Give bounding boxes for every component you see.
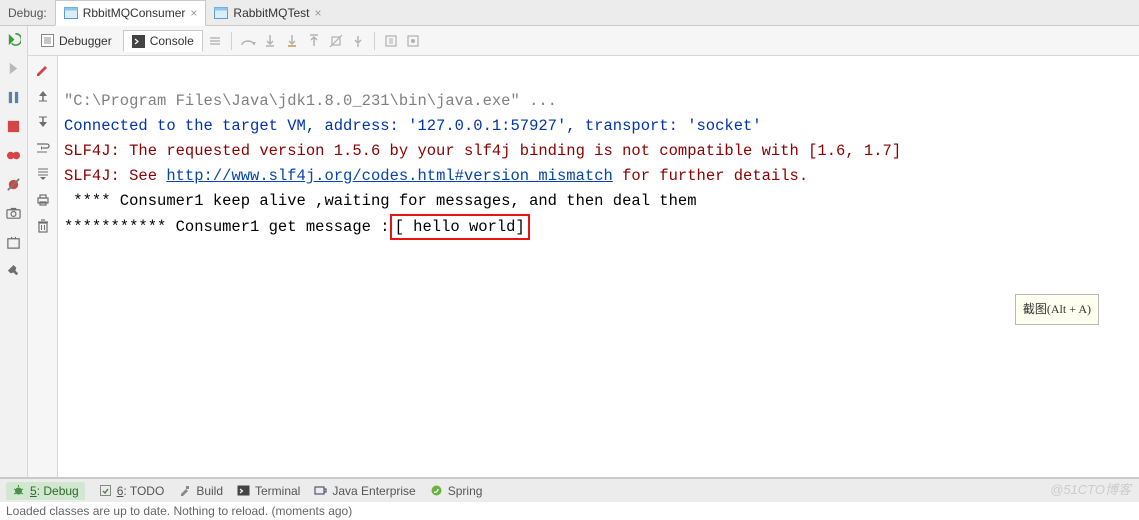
more-icon[interactable]: [205, 31, 225, 51]
toolwindow-build[interactable]: Build: [178, 484, 223, 498]
debug-config-tabs: Debug: RbbitMQConsumer × RabbitMQTest ×: [0, 0, 1139, 26]
status-text: Loaded classes are up to date. Nothing t…: [6, 504, 352, 518]
resume-icon[interactable]: [6, 61, 21, 76]
tab-label: RbbitMQConsumer: [83, 6, 186, 20]
console-output[interactable]: "C:\Program Files\Java\jdk1.8.0_231\bin\…: [58, 56, 1139, 477]
highlighted-message: [ hello world]: [390, 214, 530, 240]
tab-label: RabbitMQTest: [233, 6, 309, 20]
trace-icon[interactable]: [403, 31, 423, 51]
soft-wrap-icon[interactable]: [35, 140, 51, 156]
drop-frame-icon[interactable]: [326, 31, 346, 51]
toolwindow-terminal[interactable]: Terminal: [237, 484, 300, 498]
spring-icon: [430, 484, 443, 497]
screenshot-tooltip: 截图(Alt + A): [1015, 294, 1099, 325]
run-gutter: [0, 26, 28, 477]
console-line: *********** Consumer1 get message :[ hel…: [64, 218, 530, 236]
evaluate-icon[interactable]: [381, 31, 401, 51]
edit-icon[interactable]: [35, 62, 51, 78]
down-stack-icon[interactable]: [35, 114, 51, 130]
step-out-icon[interactable]: [304, 31, 324, 51]
tab-debugger[interactable]: Debugger: [32, 30, 121, 52]
tab-rbbitmqconsumer[interactable]: RbbitMQConsumer ×: [55, 0, 207, 26]
toolwindow-spring[interactable]: Spring: [430, 484, 483, 498]
tab-rabbitmqtest[interactable]: RabbitMQTest ×: [206, 0, 329, 25]
step-into-icon[interactable]: [260, 31, 280, 51]
stop-icon[interactable]: [6, 119, 21, 134]
console-line: "C:\Program Files\Java\jdk1.8.0_231\bin\…: [64, 92, 557, 110]
toolwindow-java-enterprise[interactable]: Java Enterprise: [314, 484, 415, 498]
print-icon[interactable]: [35, 192, 51, 208]
console-line: SLF4J: See http://www.slf4j.org/codes.ht…: [64, 167, 808, 185]
force-step-into-icon[interactable]: [282, 31, 302, 51]
pause-icon[interactable]: [6, 90, 21, 105]
debug-icon: [12, 484, 25, 497]
close-icon[interactable]: ×: [190, 7, 197, 19]
console-tool-col: [28, 56, 58, 477]
step-over-icon[interactable]: [238, 31, 258, 51]
console-line: SLF4J: The requested version 1.5.6 by yo…: [64, 142, 901, 160]
clear-icon[interactable]: [35, 218, 51, 234]
pin-icon[interactable]: [6, 264, 21, 279]
toolwindow-debug[interactable]: 5: Debug: [6, 482, 85, 500]
debug-label: Debug:: [4, 0, 55, 25]
close-icon[interactable]: ×: [314, 7, 321, 19]
terminal-icon: [237, 484, 250, 497]
scroll-to-end-icon[interactable]: [35, 166, 51, 182]
todo-icon: [99, 484, 112, 497]
debug-tool-row: Debugger Console: [28, 26, 1139, 56]
slf4j-link[interactable]: http://www.slf4j.org/codes.html#version_…: [166, 167, 612, 185]
rerun-icon[interactable]: [6, 32, 21, 47]
debugger-icon: [41, 34, 54, 47]
watermark: @51CTO博客: [1050, 479, 1131, 498]
up-stack-icon[interactable]: [35, 88, 51, 104]
status-bar: Loaded classes are up to date. Nothing t…: [0, 502, 1139, 520]
tab-console[interactable]: Console: [123, 30, 203, 52]
tab-label: Debugger: [59, 34, 112, 48]
settings-icon[interactable]: [6, 235, 21, 250]
toolwindow-todo[interactable]: 6: TODO: [99, 484, 165, 498]
run-to-cursor-icon[interactable]: [348, 31, 368, 51]
java-icon: [314, 484, 327, 497]
build-icon: [178, 484, 191, 497]
run-config-icon: [64, 6, 78, 20]
console-line: **** Consumer1 keep alive ,waiting for m…: [64, 192, 697, 210]
console-icon: [132, 35, 145, 48]
run-config-icon: [214, 6, 228, 20]
bottom-tool-tabs: 5: Debug 6: TODO Build Terminal Java Ent…: [0, 478, 1139, 502]
view-breakpoints-icon[interactable]: [6, 148, 21, 163]
console-line: Connected to the target VM, address: '12…: [64, 117, 762, 135]
camera-icon[interactable]: [6, 206, 21, 221]
mute-breakpoints-icon[interactable]: [6, 177, 21, 192]
tab-label: Console: [150, 34, 194, 48]
